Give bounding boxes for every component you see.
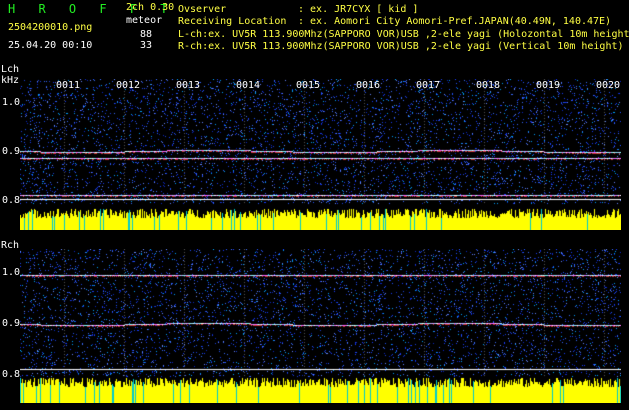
location-label: Receiving Location (178, 16, 287, 27)
time-tick-0014: 0014 (236, 80, 261, 91)
rch-ytick-3: 0.8 (2, 369, 21, 380)
time-tick-0012: 0012 (116, 80, 141, 91)
datetime: 25.04.20 00:10 (8, 40, 93, 51)
rch-ytick-1: 1.0 (2, 267, 21, 278)
observer-value: : ex. JR7CYX [ kid ] (298, 4, 419, 15)
rch-label: Rch (1, 240, 20, 251)
version-label: 2ch 0.30 (126, 2, 175, 13)
file-name: 2504200010.png (8, 22, 93, 33)
time-tick-0015: 0015 (296, 80, 321, 91)
time-tick-0018: 0018 (476, 80, 501, 91)
lch-label: Lch (1, 64, 20, 75)
time-tick-0011: 0011 (56, 80, 81, 91)
time-tick-0016: 0016 (356, 80, 381, 91)
meteor-label: meteor (126, 15, 163, 26)
lch-spectrogram (20, 79, 621, 230)
time-tick-0020: 0020 (596, 80, 621, 91)
location-value: : ex. Aomori City Aomori-Pref.JAPAN(40.4… (298, 16, 612, 27)
rch-description: R-ch:ex. UV5R 113.900Mhz(SAPPORO VOR)USB… (178, 41, 624, 52)
lch-ytick-3: 0.8 (2, 195, 21, 206)
lch-unit: kHz (1, 75, 20, 86)
time-tick-0017: 0017 (416, 80, 441, 91)
lch-description: L-ch:ex. UV5R 113.900Mhz(SAPPORO VOR)USB… (178, 29, 629, 40)
rch-ytick-2: 0.9 (2, 318, 21, 329)
lch-ytick-1: 1.0 (2, 97, 21, 108)
meteor-count-lch: 88 (140, 29, 153, 40)
observer-label: Ovserver (178, 4, 227, 15)
time-tick-0013: 0013 (176, 80, 201, 91)
time-tick-0019: 0019 (536, 80, 561, 91)
lch-ytick-2: 0.9 (2, 146, 21, 157)
rch-spectrogram (20, 249, 621, 403)
meteor-count-rch: 33 (140, 40, 153, 51)
